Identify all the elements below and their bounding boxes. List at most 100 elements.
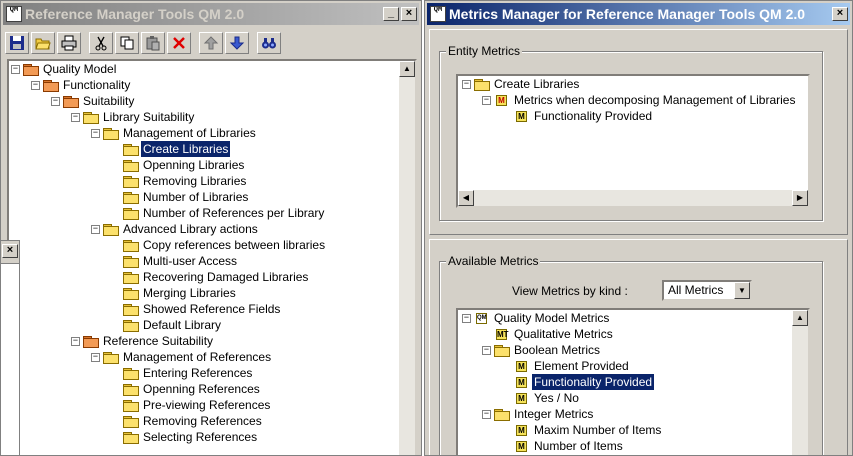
tree-node-label: Quality Model Metrics <box>494 311 610 325</box>
collapse-toggle[interactable]: − <box>71 113 80 122</box>
tree-node-label: Quality Model <box>43 62 117 76</box>
metrics-window-title: Metrics Manager for Reference Manager To… <box>449 6 806 22</box>
tree-node-label: Number of References per Library <box>143 206 325 220</box>
collapse-toggle[interactable]: − <box>51 97 60 106</box>
tree-node-label: Pre-viewing References <box>143 398 271 412</box>
left-window: QM Reference Manager Tools QM 2.0 _ × ▲ … <box>0 0 422 456</box>
quality-model-tree[interactable]: ▲ − Quality Model − Functionality − Suitabili… <box>7 59 417 455</box>
metric-icon: M <box>496 95 507 106</box>
metric-icon: M <box>516 425 527 436</box>
tree-node-label: Yes / No <box>534 391 579 405</box>
docked-side-panel: × <box>0 240 20 456</box>
tree-node-label: Copy references between libraries <box>143 238 326 252</box>
folder-icon <box>494 345 510 357</box>
folder-icon <box>123 304 139 316</box>
delete-button[interactable] <box>167 32 191 54</box>
left-title-bar[interactable]: QM Reference Manager Tools QM 2.0 _ × <box>3 3 419 25</box>
side-panel-close-button[interactable]: × <box>2 244 18 258</box>
down-arrow-icon <box>229 36 245 50</box>
folder-icon <box>123 160 139 172</box>
tree-node-label: Create Libraries <box>139 140 232 158</box>
main-toolbar <box>5 29 283 57</box>
copy-icon <box>120 36 134 50</box>
tree-node-label: Maxim Number of Items <box>534 423 662 437</box>
scroll-left-button[interactable]: ◀ <box>458 190 474 206</box>
collapse-toggle[interactable]: − <box>31 81 40 90</box>
close-button[interactable]: × <box>401 7 417 21</box>
tree-node-label: Selecting References <box>143 430 258 444</box>
folder-icon <box>83 336 99 348</box>
tree-node-label: Suitability <box>83 94 135 108</box>
collapse-toggle[interactable]: − <box>462 80 471 89</box>
folder-icon <box>123 288 139 300</box>
tree-node-label: Functionality Provided <box>530 373 656 391</box>
cut-button[interactable] <box>89 32 113 54</box>
tree-node-label: Number of Items <box>534 439 623 453</box>
collapse-toggle[interactable]: − <box>11 65 20 74</box>
folder-icon <box>43 80 59 92</box>
available-tree-scrollbar[interactable]: ▲ <box>792 310 808 455</box>
metric-kind-select[interactable]: All Metrics ▼ <box>662 280 752 301</box>
move-down-button[interactable] <box>225 32 249 54</box>
move-up-button[interactable] <box>199 32 223 54</box>
scroll-right-button[interactable]: ▶ <box>792 190 808 206</box>
minimize-button[interactable]: _ <box>383 7 399 21</box>
folder-icon <box>123 176 139 188</box>
save-button[interactable] <box>5 32 29 54</box>
collapse-toggle[interactable]: − <box>482 410 491 419</box>
clipboard-icon <box>146 36 160 51</box>
metric-icon: M <box>516 377 527 388</box>
tree-node-label: Functionality Provided <box>534 109 653 123</box>
close-button[interactable]: × <box>832 7 848 21</box>
metric-icon: M <box>516 111 527 122</box>
folder-icon <box>123 368 139 380</box>
tree-node-label: Number of Libraries <box>143 190 249 204</box>
entity-metrics-tree[interactable]: ◀ ▶ − Create Libraries − M Metrics when deco… <box>456 74 810 208</box>
collapse-toggle[interactable]: − <box>91 129 100 138</box>
paste-button[interactable] <box>141 32 165 54</box>
folder-icon <box>123 240 139 252</box>
folder-icon <box>103 224 119 236</box>
collapse-toggle[interactable]: − <box>482 96 491 105</box>
tree-node-label: Openning References <box>143 382 260 396</box>
folder-icon <box>123 432 139 444</box>
available-metrics-label: Available Metrics <box>446 254 541 268</box>
tree-node-label: Library Suitability <box>103 110 195 124</box>
collapse-toggle[interactable]: − <box>71 337 80 346</box>
floppy-disk-icon <box>10 36 24 50</box>
tree-node-label: Integer Metrics <box>514 407 594 421</box>
entity-tree-hscrollbar[interactable]: ◀ ▶ <box>458 190 808 206</box>
metric-icon: MT <box>496 329 509 340</box>
open-button[interactable] <box>31 32 55 54</box>
tree-node-label: Recovering Damaged Libraries <box>143 270 309 284</box>
tree-node-label: Management of Libraries <box>123 126 256 140</box>
print-button[interactable] <box>57 32 81 54</box>
collapse-toggle[interactable]: − <box>91 225 100 234</box>
left-tree-scrollbar[interactable]: ▲ <box>399 61 415 455</box>
available-metrics-group: Available Metrics View Metrics by kind :… <box>439 254 823 455</box>
tree-node-label: Boolean Metrics <box>514 343 601 357</box>
scroll-up-button[interactable]: ▲ <box>399 61 415 77</box>
scissors-icon <box>95 36 107 51</box>
collapse-toggle[interactable]: − <box>91 353 100 362</box>
up-arrow-icon <box>203 36 219 50</box>
available-metrics-tree[interactable]: ▲ − QM Quality Model Metrics MT Qualitative … <box>456 308 810 455</box>
folder-icon <box>83 112 99 124</box>
app-icon: QM <box>430 6 446 22</box>
tree-node-label: Functionality <box>63 78 131 92</box>
collapse-toggle[interactable]: − <box>462 314 471 323</box>
folder-icon <box>123 416 139 428</box>
tree-node-label: Merging Libraries <box>143 286 236 300</box>
find-button[interactable] <box>257 32 281 54</box>
entity-metrics-label: Entity Metrics <box>446 44 523 58</box>
collapse-toggle[interactable]: − <box>482 346 491 355</box>
tree-node-label: Showed Reference Fields <box>143 302 281 316</box>
folder-icon <box>123 272 139 284</box>
chevron-down-icon[interactable]: ▼ <box>734 282 750 299</box>
scroll-up-button[interactable]: ▲ <box>792 310 808 326</box>
tree-node-label: Entering References <box>143 366 253 380</box>
tree-node-label: Removing References <box>143 414 262 428</box>
copy-button[interactable] <box>115 32 139 54</box>
metrics-title-bar[interactable]: QM Metrics Manager for Reference Manager… <box>427 3 850 25</box>
tree-node-label: Openning Libraries <box>143 158 245 172</box>
